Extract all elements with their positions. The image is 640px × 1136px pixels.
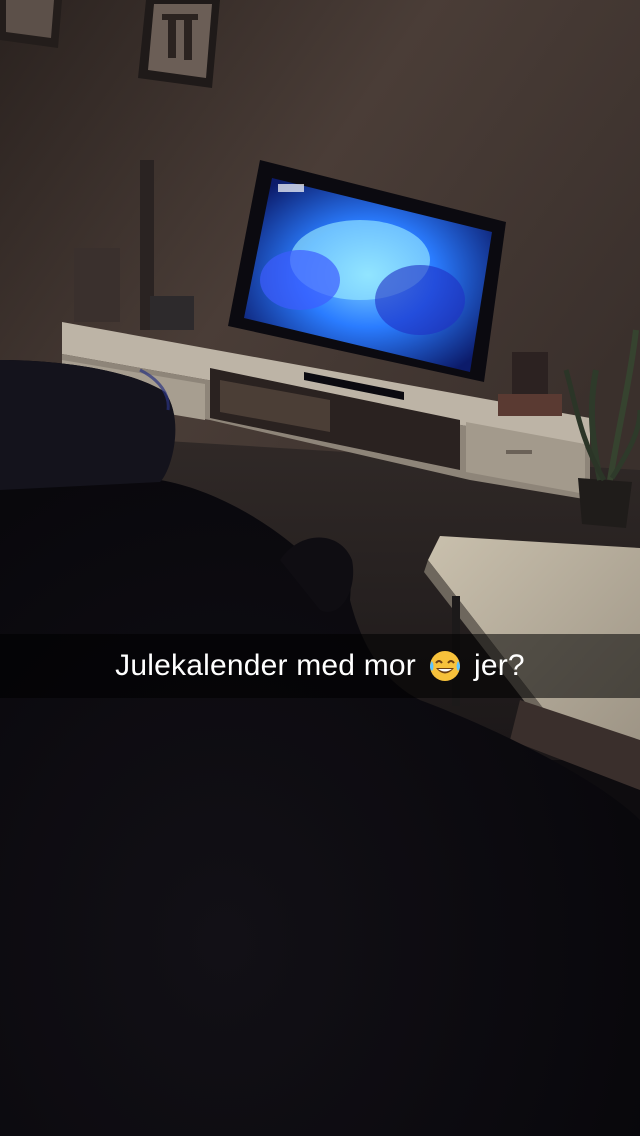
snap-photo	[0, 0, 640, 1136]
speaker-left	[74, 248, 120, 322]
snap-caption-bar: Julekalender med mor jer?	[0, 634, 640, 698]
caption-text-after: jer?	[473, 649, 525, 682]
picture-frame-left	[0, 0, 62, 48]
living-room-scene	[0, 0, 640, 1136]
picture-frame-right	[138, 0, 220, 88]
face-with-tears-of-joy-icon	[428, 649, 462, 683]
caption-text-before: Julekalender med mor	[115, 649, 416, 682]
